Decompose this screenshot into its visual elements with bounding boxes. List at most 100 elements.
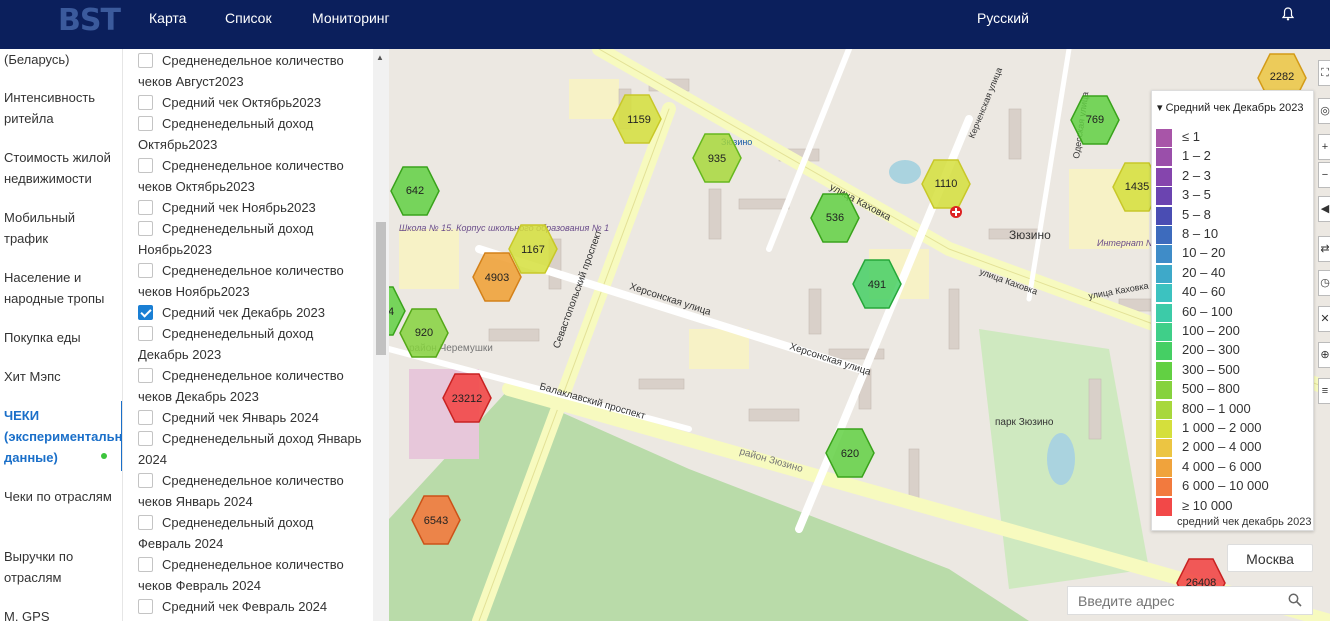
layer-row[interactable]: Средненедельный доход Январь 2024 (138, 428, 363, 470)
layer-row[interactable]: Средненедельный доход Февраль 2024 (138, 512, 363, 554)
layer-checkbox[interactable] (138, 473, 153, 488)
hex-label: 23212 (452, 393, 483, 405)
legend-swatch (1156, 420, 1172, 438)
sidebar-item-retail-intensity[interactable]: Интенсивность ритейла (4, 87, 120, 129)
map-legend: ▾ Средний чек Декабрь 2023 ≤ 1 1 – 2 2 – 3… (1151, 90, 1314, 531)
layer-row[interactable]: Средненедельное количество чеков Декабрь… (138, 365, 363, 407)
hex-label: 1167 (521, 244, 545, 256)
nav-monitoring[interactable]: Мониторинг (312, 10, 390, 26)
legend-swatch (1156, 226, 1172, 244)
sidebar-item-revenue-by-industry[interactable]: Выручки по отраслям (4, 546, 120, 588)
sidebar-item-heatmaps[interactable]: Хит Мэпс (4, 366, 120, 387)
layer-checkbox[interactable] (138, 95, 153, 110)
layer-row[interactable]: Средненедельное количество чеков Январь … (138, 470, 363, 512)
collapse-triangle-icon[interactable]: ▾ (1157, 102, 1166, 114)
hex-label: 1435 (1125, 181, 1149, 193)
legend-row: 5 – 8 (1156, 206, 1211, 225)
back-icon[interactable]: ◀ (1318, 196, 1330, 222)
pond-small (889, 160, 921, 184)
layer-checkbox[interactable] (138, 263, 153, 278)
legend-row: ≤ 1 (1156, 129, 1200, 147)
globe-icon[interactable]: ⊕ (1318, 342, 1330, 368)
layer-row[interactable]: Средний чек Октябрь2023 (138, 92, 363, 113)
ruler-icon[interactable]: ✕ (1318, 306, 1330, 332)
sidebar-item-mobile-traffic[interactable]: Мобильный трафик (4, 207, 120, 249)
nav-map[interactable]: Карта (149, 10, 186, 26)
layer-row[interactable]: Средненедельный доход Ноябрь2023 (138, 218, 363, 260)
hex-label: 1159 (627, 114, 651, 126)
sidebar-item-receipts-by-industry[interactable]: Чеки по отраслям (4, 486, 120, 507)
legend-label: ≤ 1 (1182, 129, 1200, 144)
legend-row: 20 – 40 (1156, 264, 1225, 283)
map-label-school: Школа № 15. Корпус школьного образования… (399, 223, 609, 233)
legend-swatch (1156, 323, 1172, 341)
layer-checkbox[interactable] (138, 221, 153, 236)
nav-list[interactable]: Список (225, 10, 272, 26)
layer-checkbox[interactable] (138, 326, 153, 341)
layer-row[interactable]: Средненедельное количество чеков Август2… (138, 50, 363, 92)
legend-swatch (1156, 342, 1172, 361)
sidebar-item-gps[interactable]: M. GPS (4, 606, 120, 621)
layer-row[interactable]: Средненедельное количество чеков Февраль… (138, 554, 363, 596)
layers-icon[interactable]: ◎ (1318, 98, 1330, 124)
legend-row: 40 – 60 (1156, 284, 1225, 303)
legend-row: ≥ 10 000 (1156, 497, 1233, 516)
layer-row[interactable]: Средненедельный доход Октябрь2023 (138, 113, 363, 155)
layer-checkbox[interactable] (138, 116, 153, 131)
layer-checkbox[interactable] (138, 599, 153, 614)
layer-checkbox-checked[interactable] (138, 305, 153, 320)
scroll-up-arrow-icon[interactable]: ▲ (376, 53, 384, 62)
scrollbar-thumb[interactable] (376, 222, 386, 355)
hex-label: 642 (406, 185, 424, 197)
hex-1110[interactable]: 1110 (921, 159, 971, 209)
zoom-out-button[interactable]: − (1318, 162, 1330, 188)
layer-row[interactable]: Средний чек Февраль 2024 (138, 596, 363, 617)
stack-icon[interactable]: ≡ (1318, 378, 1330, 404)
legend-swatch (1156, 245, 1172, 264)
legend-row: 1 000 – 2 000 (1156, 420, 1262, 438)
layer-checkbox[interactable] (138, 557, 153, 572)
sidebar-item-population[interactable]: Население и народные тропы (4, 267, 120, 309)
layer-checkbox[interactable] (138, 200, 153, 215)
search-icon[interactable] (1288, 593, 1302, 607)
bell-icon[interactable] (1281, 7, 1295, 21)
hospital-icon[interactable] (950, 206, 962, 218)
language-selector[interactable]: Русский (977, 10, 1029, 26)
layer-checkbox[interactable] (138, 368, 153, 383)
legend-label: 2 – 3 (1182, 167, 1211, 183)
zoom-in-button[interactable]: + (1318, 134, 1330, 160)
layer-label: Средний чек Январь 2024 (162, 410, 319, 425)
route-icon[interactable]: ⇄ (1318, 236, 1330, 262)
legend-row: 300 – 500 (1156, 361, 1240, 380)
clock-icon[interactable]: ◷ (1318, 270, 1330, 296)
layer-row[interactable]: Средненедельное количество чеков Октябрь… (138, 155, 363, 197)
map-label-street: Керченская улица (967, 66, 1005, 140)
layer-row[interactable]: Средненедельное количество чеков Ноябрь2… (138, 260, 363, 302)
legend-label: 6 000 – 10 000 (1182, 478, 1269, 494)
hex-642[interactable]: 642 (390, 166, 440, 216)
layer-checkbox[interactable] (138, 53, 153, 68)
legend-swatch (1156, 264, 1172, 283)
layer-checkbox[interactable] (138, 515, 153, 530)
legend-title[interactable]: ▾ Средний чек Декабрь 2023 (1157, 101, 1304, 114)
address-search-input[interactable] (1067, 586, 1313, 615)
app-logo[interactable]: BST (58, 3, 121, 38)
city-button[interactable]: Москва (1227, 544, 1313, 572)
legend-swatch (1156, 478, 1172, 497)
sidebar-item-receipts[interactable]: ЧЕКИ (экспериментальные данные) (4, 405, 122, 468)
sidebar-item-food-purchase[interactable]: Покупка еды (4, 327, 120, 348)
block (569, 79, 619, 119)
layer-checkbox[interactable] (138, 431, 153, 446)
layer-row[interactable]: Средненедельный доход Декабрь 2023 (138, 323, 363, 365)
legend-swatch (1156, 187, 1172, 206)
layer-row[interactable]: Средний чек Январь 2024 (138, 407, 363, 428)
fullscreen-button[interactable]: ⛶ (1318, 60, 1330, 86)
layer-checkbox[interactable] (138, 158, 153, 173)
layer-row[interactable]: Средний чек Ноябрь2023 (138, 197, 363, 218)
legend-swatch (1156, 439, 1172, 458)
layer-checkbox[interactable] (138, 410, 153, 425)
layer-row[interactable]: Средний чек Декабрь 2023 (138, 302, 363, 323)
sidebar-item-housing-cost[interactable]: Стоимость жилой недвижимости (4, 147, 120, 189)
hex-label: 4903 (485, 272, 509, 284)
sidebar-item-belarus[interactable]: (Беларусь) (4, 49, 120, 70)
